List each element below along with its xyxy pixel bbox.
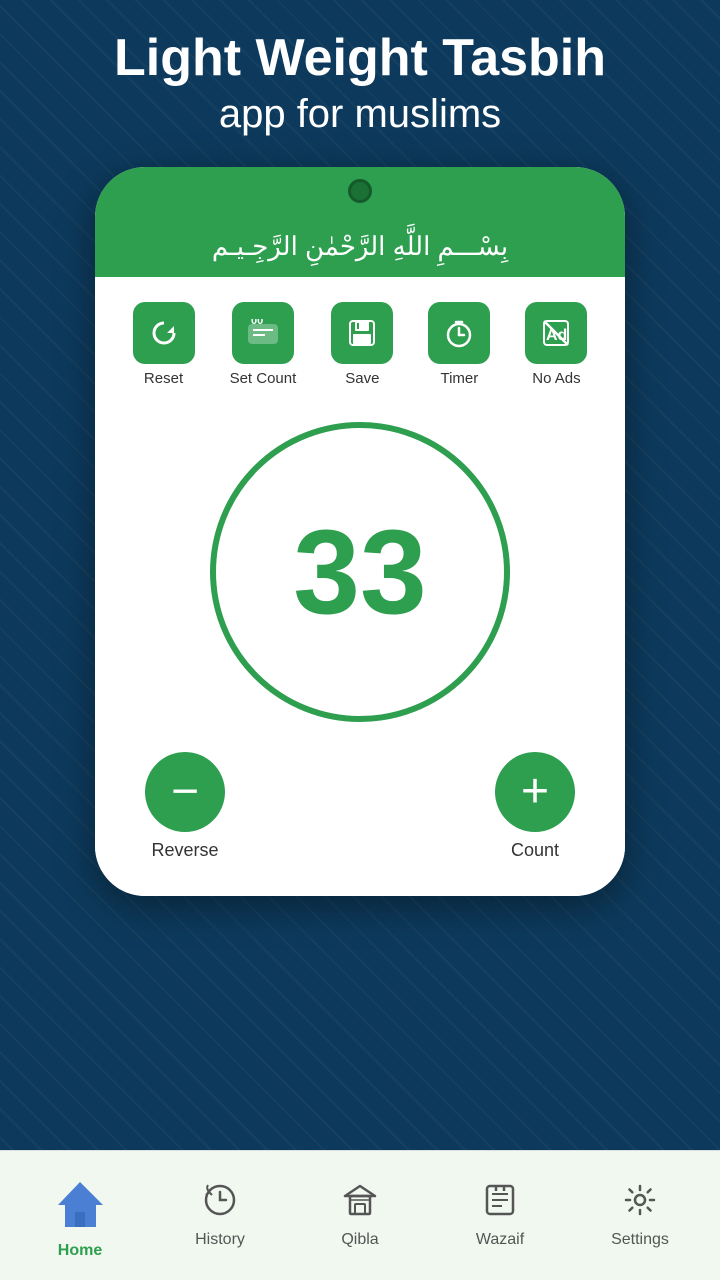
app-title-line1: Light Weight Tasbih — [20, 30, 700, 87]
set-count-icon: 00 — [232, 302, 294, 364]
count-label: Count — [511, 840, 559, 861]
reset-icon — [133, 302, 195, 364]
timer-icon — [428, 302, 490, 364]
nav-settings[interactable]: Settings — [570, 1174, 710, 1257]
reverse-label: Reverse — [151, 840, 218, 861]
phone-mockup: بِسْـــمِ اللَّهِ الرَّحْمٰنِ الرَّجِـيـ… — [95, 167, 625, 896]
nav-wazaif-label: Wazaif — [476, 1231, 524, 1249]
action-buttons-row: Reset 00 Set Count — [115, 292, 605, 392]
reset-label: Reset — [144, 370, 183, 387]
nav-home-label: Home — [58, 1242, 102, 1260]
save-icon — [331, 302, 393, 364]
arabic-bismillah: بِسْـــمِ اللَّهِ الرَّحْمٰنِ الرَّجِـيـ… — [212, 231, 508, 262]
nav-history[interactable]: History — [150, 1174, 290, 1257]
reset-button[interactable]: Reset — [133, 302, 195, 387]
timer-button[interactable]: Timer — [428, 302, 490, 387]
nav-wazaif[interactable]: Wazaif — [430, 1174, 570, 1257]
nav-qibla-label: Qibla — [341, 1231, 378, 1249]
header-section: Light Weight Tasbih app for muslims — [0, 0, 720, 157]
nav-home[interactable]: Home — [10, 1164, 150, 1268]
app-title-line2: app for muslims — [20, 92, 700, 137]
nav-history-label: History — [195, 1231, 245, 1249]
no-ads-label: No Ads — [532, 370, 580, 387]
count-controls: − Reverse + Count — [115, 742, 605, 881]
counter-number: 33 — [293, 512, 426, 632]
nav-qibla[interactable]: Qibla — [290, 1174, 430, 1257]
settings-icon — [622, 1182, 658, 1226]
no-ads-button[interactable]: Ad No Ads — [525, 302, 587, 387]
wazaif-icon — [482, 1182, 518, 1226]
counter-area: 33 — [115, 392, 605, 742]
count-icon: + — [495, 752, 575, 832]
qibla-icon — [342, 1182, 378, 1226]
count-button[interactable]: + Count — [495, 752, 575, 861]
counter-circle[interactable]: 33 — [210, 422, 510, 722]
set-count-button[interactable]: 00 Set Count — [230, 302, 297, 387]
reverse-icon: − — [145, 752, 225, 832]
nav-settings-label: Settings — [611, 1231, 669, 1249]
save-label: Save — [345, 370, 379, 387]
save-button[interactable]: Save — [331, 302, 393, 387]
set-count-label: Set Count — [230, 370, 297, 387]
phone-header: بِسْـــمِ اللَّهِ الرَّحْمٰنِ الرَّجِـيـ… — [95, 167, 625, 277]
timer-label: Timer — [440, 370, 478, 387]
phone-body: Reset 00 Set Count — [95, 277, 625, 896]
history-icon — [202, 1182, 238, 1226]
no-ads-icon: Ad — [525, 302, 587, 364]
reverse-button[interactable]: − Reverse — [145, 752, 225, 861]
bottom-navigation: Home History Qibla — [0, 1150, 720, 1280]
svg-text:00: 00 — [251, 319, 263, 327]
home-icon — [45, 1172, 115, 1237]
